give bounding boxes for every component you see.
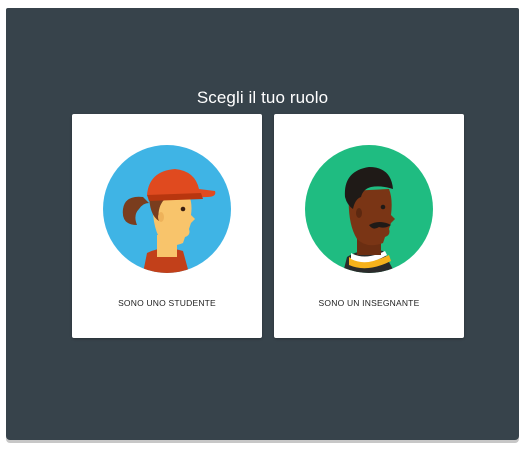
role-selection-dialog: Scegli il tuo ruolo SONO UNO STUDENTE SO… (6, 8, 519, 440)
student-role-card[interactable]: SONO UNO STUDENTE (72, 114, 262, 338)
teacher-role-card[interactable]: SONO UN INSEGNANTE (274, 114, 464, 338)
student-avatar-icon (103, 145, 231, 273)
student-role-label: SONO UNO STUDENTE (118, 298, 216, 308)
page-title: Scegli il tuo ruolo (196, 88, 329, 107)
teacher-role-label: SONO UN INSEGNANTE (318, 298, 420, 308)
teacher-avatar-icon (305, 145, 433, 273)
